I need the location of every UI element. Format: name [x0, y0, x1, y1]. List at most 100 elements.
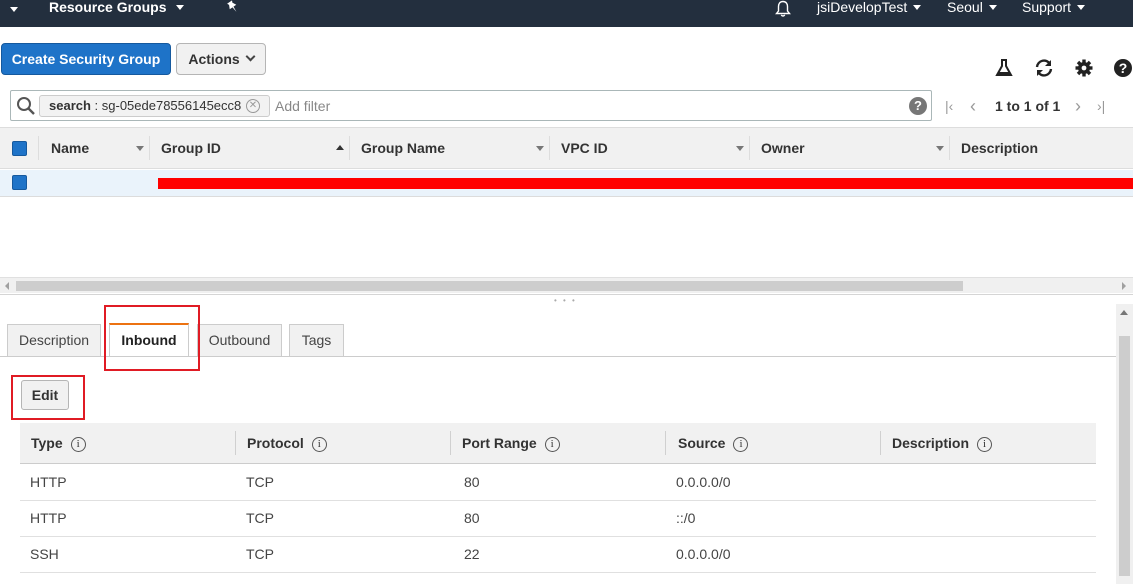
- rules-header-description: Description i: [892, 423, 993, 463]
- rule-protocol: TCP: [246, 546, 274, 562]
- filter-help-icon[interactable]: ?: [909, 97, 927, 115]
- tab-outbound[interactable]: Outbound: [197, 324, 282, 357]
- help-circle-icon[interactable]: ?: [1113, 58, 1133, 78]
- column-divider: [450, 431, 451, 455]
- rule-row: HTTP TCP 80 ::/0: [20, 501, 1096, 537]
- chip-key: search: [49, 98, 91, 113]
- resource-groups-label: Resource Groups: [49, 0, 167, 15]
- bell-icon[interactable]: [774, 0, 792, 17]
- support-menu[interactable]: Support: [1022, 0, 1086, 15]
- redacted-row-content: [158, 178, 1133, 189]
- create-security-group-button[interactable]: Create Security Group: [1, 43, 171, 75]
- select-all-checkbox[interactable]: [12, 141, 27, 156]
- column-header-group-name[interactable]: Group Name: [361, 128, 445, 168]
- scroll-right-icon[interactable]: [1122, 282, 1126, 290]
- rules-header-type: Type i: [31, 423, 86, 463]
- flask-icon[interactable]: [994, 58, 1014, 78]
- info-icon[interactable]: i: [70, 437, 86, 452]
- horizontal-scrollbar[interactable]: [0, 277, 1133, 293]
- rules-header-port-range: Port Range i: [462, 423, 560, 463]
- actions-label: Actions: [188, 51, 240, 67]
- column-header-description[interactable]: Description: [961, 128, 1038, 168]
- account-name: jsiDevelopTest: [817, 0, 908, 15]
- security-group-row[interactable]: [0, 170, 1133, 197]
- pagination-status: 1 to 1 of 1: [995, 98, 1061, 114]
- rules-header-protocol-label: Protocol: [247, 435, 304, 451]
- grid-header: Name Group ID Group Name VPC ID Owner De…: [0, 127, 1133, 169]
- pin-icon[interactable]: [226, 0, 240, 14]
- rule-type: HTTP: [30, 474, 67, 490]
- rule-source: 0.0.0.0/0: [676, 474, 731, 490]
- tab-description[interactable]: Description: [7, 324, 101, 357]
- rule-port-range: 80: [464, 474, 480, 490]
- rules-header-description-label: Description: [892, 435, 970, 451]
- chevron-down-icon[interactable]: [736, 146, 744, 151]
- rule-protocol: TCP: [246, 510, 274, 526]
- info-icon[interactable]: i: [977, 437, 993, 452]
- rules-header-type-label: Type: [31, 435, 63, 451]
- info-icon[interactable]: i: [544, 437, 560, 452]
- rule-source: ::/0: [676, 510, 696, 526]
- region-menu[interactable]: Seoul: [947, 0, 997, 14]
- gear-icon[interactable]: [1074, 58, 1094, 78]
- column-divider: [38, 136, 39, 160]
- search-icon: [16, 96, 36, 119]
- filter-bar: search : sg-05ede78556145ecc8 ✕ ?: [10, 90, 932, 121]
- chevron-down-icon[interactable]: [136, 146, 144, 151]
- column-divider: [949, 136, 950, 160]
- scrollbar-thumb[interactable]: [16, 281, 963, 291]
- refresh-icon[interactable]: [1033, 58, 1053, 78]
- rules-header-protocol: Protocol i: [247, 423, 327, 463]
- panel-resize-handle[interactable]: • • •: [0, 294, 1133, 305]
- tab-tags[interactable]: Tags: [289, 324, 344, 357]
- rule-type: HTTP: [30, 510, 67, 526]
- search-filter-chip[interactable]: search : sg-05ede78556145ecc8 ✕: [39, 95, 270, 117]
- rule-row: HTTP TCP 80 0.0.0.0/0: [20, 465, 1096, 501]
- column-divider: [665, 431, 666, 455]
- info-icon[interactable]: i: [733, 437, 749, 452]
- column-divider: [349, 136, 350, 160]
- first-page-icon[interactable]: |‹: [945, 96, 953, 116]
- last-page-icon[interactable]: ›|: [1097, 96, 1105, 116]
- svg-text:?: ?: [1119, 60, 1128, 76]
- resource-groups-menu[interactable]: Resource Groups: [49, 0, 185, 15]
- scroll-left-icon[interactable]: [5, 282, 9, 290]
- rule-protocol: TCP: [246, 474, 274, 490]
- column-divider: [749, 136, 750, 160]
- column-header-vpc-id[interactable]: VPC ID: [561, 128, 608, 168]
- column-divider: [235, 431, 236, 455]
- scrollbar-thumb[interactable]: [1119, 336, 1130, 576]
- column-divider: [149, 136, 150, 160]
- remove-filter-icon[interactable]: ✕: [246, 99, 260, 113]
- drag-handle-icon[interactable]: • • •: [554, 296, 577, 305]
- sort-ascending-icon[interactable]: [336, 145, 344, 150]
- next-page-icon[interactable]: ›: [1075, 96, 1081, 116]
- scroll-up-icon[interactable]: [1120, 310, 1128, 315]
- rules-header-port-range-label: Port Range: [462, 435, 537, 451]
- services-menu-caret[interactable]: [10, 2, 18, 16]
- info-icon[interactable]: i: [311, 437, 327, 452]
- account-menu[interactable]: jsiDevelopTest: [817, 0, 922, 15]
- column-divider: [880, 431, 881, 455]
- column-header-owner[interactable]: Owner: [761, 128, 805, 168]
- actions-button[interactable]: Actions: [176, 43, 266, 75]
- chevron-down-icon[interactable]: [936, 146, 944, 151]
- vertical-scrollbar[interactable]: [1116, 304, 1133, 584]
- chevron-down-icon: [245, 51, 256, 62]
- region-name: Seoul: [947, 0, 983, 15]
- highlight-box-edit: [11, 375, 85, 420]
- rule-type: SSH: [30, 546, 59, 562]
- chip-value: : sg-05ede78556145ecc8: [90, 98, 242, 113]
- column-divider: [549, 136, 550, 160]
- rules-header-source: Source i: [678, 423, 749, 463]
- highlight-box-inbound: [104, 305, 200, 371]
- row-checkbox[interactable]: [12, 175, 27, 190]
- support-label: Support: [1022, 0, 1072, 15]
- add-filter-input[interactable]: [275, 95, 875, 117]
- rule-port-range: 22: [464, 546, 480, 562]
- column-header-group-id[interactable]: Group ID: [161, 128, 221, 168]
- column-header-name[interactable]: Name: [51, 128, 89, 168]
- rules-table-header: Type i Protocol i Port Range i Source i Desc…: [20, 423, 1096, 464]
- previous-page-icon[interactable]: ‹: [970, 96, 976, 116]
- chevron-down-icon[interactable]: [536, 146, 544, 151]
